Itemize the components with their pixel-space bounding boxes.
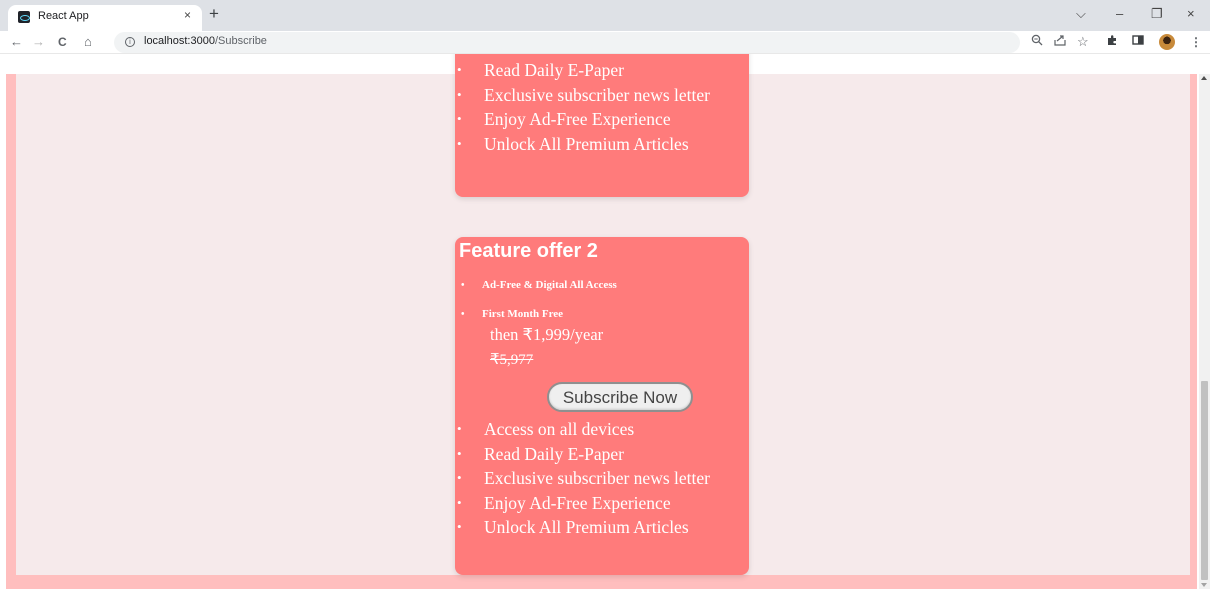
- scrollbar-thumb[interactable]: [1201, 381, 1208, 580]
- offer-list: Ad-Free & Digital All Access First Month…: [455, 271, 617, 329]
- site-info-icon[interactable]: i: [125, 37, 135, 47]
- page-scrollbar[interactable]: [1199, 74, 1210, 589]
- scroll-up-arrow-icon[interactable]: [1201, 76, 1207, 80]
- list-item: Access on all devices: [455, 417, 710, 442]
- list-item: Exclusive subscriber news letter: [455, 466, 710, 491]
- new-tab-icon[interactable]: +: [209, 4, 219, 24]
- home-icon[interactable]: ⌂: [84, 33, 92, 51]
- price: then ₹1,999/year: [490, 325, 604, 344]
- offer-item: Ad-Free & Digital All Access: [455, 271, 617, 300]
- scroll-down-arrow-icon[interactable]: [1201, 583, 1207, 587]
- list-item: Exclusive subscriber news letter: [455, 83, 710, 108]
- window-close-icon[interactable]: ×: [1187, 5, 1195, 23]
- extensions-icon[interactable]: [1106, 33, 1118, 51]
- minimize-icon[interactable]: –: [1116, 5, 1123, 23]
- browser-tab[interactable]: React App ×: [8, 5, 202, 31]
- bookmark-star-icon[interactable]: ☆: [1077, 33, 1089, 51]
- card-title: Feature offer 2: [459, 240, 598, 262]
- address-bar[interactable]: i localhost:3000/Subscribe: [114, 32, 1020, 53]
- browser-toolbar: ← → C ⌂ i localhost:3000/Subscribe ☆ ⋮: [0, 31, 1210, 54]
- restore-icon[interactable]: ❐: [1151, 5, 1163, 23]
- page-viewport: Read Daily E-Paper Exclusive subscriber …: [0, 54, 1199, 589]
- list-item: Read Daily E-Paper: [455, 442, 710, 467]
- forward-icon[interactable]: →: [32, 33, 45, 51]
- share-icon[interactable]: [1054, 33, 1066, 51]
- original-price: ₹5,977: [490, 352, 534, 368]
- side-panel-icon[interactable]: [1132, 33, 1144, 51]
- tab-search-chevron-icon[interactable]: ⌵: [1076, 5, 1086, 23]
- list-item: Unlock All Premium Articles: [455, 132, 710, 157]
- tab-strip: React App × + ⌵ – ❐ ×: [0, 0, 1210, 31]
- feature-offer-card-2: Feature offer 2 Ad-Free & Digital All Ac…: [455, 237, 749, 575]
- tab-title: React App: [38, 10, 89, 22]
- feature-list: Read Daily E-Paper Exclusive subscriber …: [455, 58, 710, 156]
- list-item: Read Daily E-Paper: [455, 58, 710, 83]
- back-icon[interactable]: ←: [10, 33, 23, 51]
- feature-list: Access on all devices Read Daily E-Paper…: [455, 417, 710, 540]
- list-item: Enjoy Ad-Free Experience: [455, 491, 710, 516]
- list-item: Unlock All Premium Articles: [455, 515, 710, 540]
- profile-avatar[interactable]: [1159, 34, 1175, 50]
- tab-close-icon[interactable]: ×: [184, 8, 191, 22]
- subscribe-now-button[interactable]: Subscribe Now: [547, 382, 693, 412]
- list-item: Enjoy Ad-Free Experience: [455, 107, 710, 132]
- menu-icon[interactable]: ⋮: [1190, 33, 1202, 51]
- feature-offer-card-1: Read Daily E-Paper Exclusive subscriber …: [455, 54, 749, 197]
- url-text: localhost:3000/Subscribe: [144, 35, 267, 47]
- react-favicon-icon: [18, 11, 30, 23]
- zoom-icon[interactable]: [1031, 33, 1043, 51]
- reload-icon[interactable]: C: [58, 33, 67, 51]
